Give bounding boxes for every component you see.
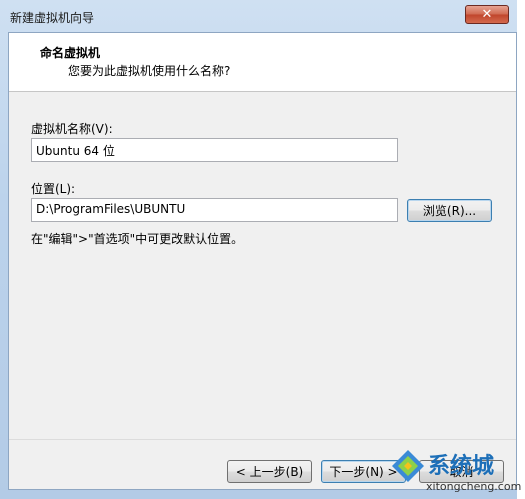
watermark-url: xitongcheng.com	[426, 480, 522, 493]
background-window-edge	[517, 0, 525, 499]
vm-name-input[interactable]: Ubuntu 64 位	[31, 138, 398, 162]
title-bar[interactable]: 新建虚拟机向导 ✕	[0, 0, 525, 32]
close-icon: ✕	[481, 7, 493, 22]
wizard-window: 新建虚拟机向导 ✕ 命名虚拟机 您要为此虚拟机使用什么名称? 虚拟机名称(V):…	[0, 0, 525, 499]
watermark-logo-icon	[392, 450, 424, 482]
location-label: 位置(L):	[31, 182, 76, 196]
wizard-header: 命名虚拟机 您要为此虚拟机使用什么名称?	[9, 33, 516, 92]
watermark-brand: 系统城	[428, 454, 495, 479]
window-title: 新建虚拟机向导	[10, 11, 95, 25]
page-title: 命名虚拟机	[40, 46, 101, 60]
vm-name-label: 虚拟机名称(V):	[31, 122, 113, 136]
location-hint: 在"编辑">"首选项"中可更改默认位置。	[31, 232, 244, 246]
site-watermark: 系统城 xitongcheng.com	[388, 444, 525, 499]
browse-button[interactable]: 浏览(R)...	[407, 199, 492, 222]
footer-divider	[9, 439, 516, 440]
location-input[interactable]: D:\ProgramFiles\UBUNTU	[31, 198, 398, 222]
back-button[interactable]: < 上一步(B)	[227, 460, 312, 483]
wizard-body: 命名虚拟机 您要为此虚拟机使用什么名称? 虚拟机名称(V): Ubuntu 64…	[8, 32, 517, 490]
page-subtitle: 您要为此虚拟机使用什么名称?	[68, 64, 231, 78]
close-button[interactable]: ✕	[465, 5, 509, 24]
